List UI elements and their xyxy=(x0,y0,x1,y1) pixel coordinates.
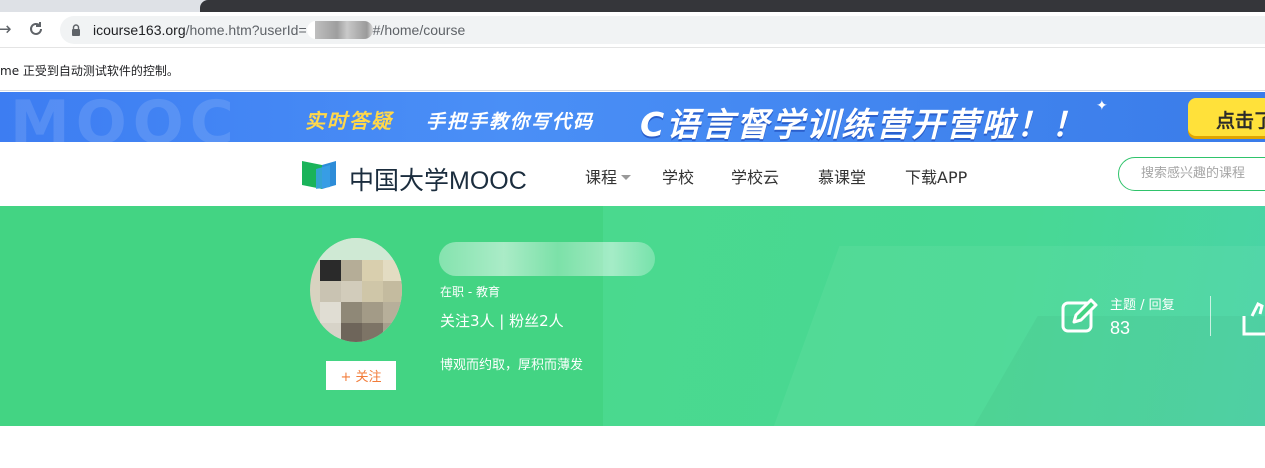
nav-school-cloud[interactable]: 学校云 xyxy=(731,164,779,188)
avatar-pixel xyxy=(341,302,362,323)
promo-banner[interactable]: MOOC 实时答疑 手把手教你写代码 C语言督学训练营开营啦！！ ✦ 点击了 xyxy=(0,92,1265,142)
site-header: 中国大学MOOC 课程 学校 学校云 慕课堂 下载APP xyxy=(0,142,1265,206)
nav-courses-label: 课程 xyxy=(585,168,618,187)
banner-tagline-2: 手把手教你写代码 xyxy=(426,111,595,133)
browser-tab-strip xyxy=(0,0,1265,12)
sparkle-icon: ✦ xyxy=(1096,98,1108,114)
avatar-pixel xyxy=(362,302,383,323)
nav-mooc-classroom-label: 慕课堂 xyxy=(818,168,867,187)
user-motto: 博观而约取，厚积而薄发 xyxy=(440,358,584,373)
edit-icon xyxy=(1061,298,1098,333)
banner-ghost-text: MOOC xyxy=(10,92,240,142)
automation-notice: me 正受到自动测试软件的控制。 xyxy=(0,64,179,78)
nav-mooc-classroom[interactable]: 慕课堂 xyxy=(818,164,866,188)
avatar-pixel xyxy=(320,281,341,302)
nav-schools[interactable]: 学校 xyxy=(662,164,694,188)
avatar-pixel xyxy=(341,281,362,302)
tab-strip-background xyxy=(200,0,1265,12)
browser-toolbar: → icourse163.org/home.htm?userId= #/home/… xyxy=(0,12,1265,48)
profile-hero: + 关注 在职 - 教育 关注3人 | 粉丝2人 博观而约取，厚积而薄发 主题 … xyxy=(0,206,1265,426)
follow-counts[interactable]: 关注3人 | 粉丝2人 xyxy=(440,310,564,331)
nav-school-cloud-label: 学校云 xyxy=(731,168,780,187)
nav-schools-label: 学校 xyxy=(662,168,695,187)
redacted-user-id xyxy=(306,21,373,39)
url-hash: #/home/course xyxy=(372,22,466,38)
avatar-pixel xyxy=(341,260,362,281)
avatar-pixel xyxy=(341,323,362,342)
avatar-pixel xyxy=(320,260,341,281)
avatar-pixel xyxy=(320,323,341,342)
avatar-pixel xyxy=(383,302,402,323)
redacted-username xyxy=(439,242,655,276)
avatar-pixel xyxy=(362,323,383,342)
lock-icon xyxy=(72,24,80,36)
avatar-pixel xyxy=(362,260,383,281)
address-url: icourse163.org/home.htm?userId= #/home/co… xyxy=(93,21,465,39)
automation-infobar: me 正受到自动测试软件的控制。 xyxy=(0,49,1265,91)
banner-cta-button[interactable]: 点击了 xyxy=(1188,98,1265,136)
stat-value: 83 xyxy=(1110,318,1131,338)
hero-background-decoration xyxy=(603,206,1265,426)
course-search[interactable] xyxy=(1118,157,1265,191)
avatar xyxy=(310,238,402,342)
search-input[interactable] xyxy=(1141,166,1265,181)
reload-icon[interactable] xyxy=(26,20,46,40)
logo-text: 中国大学MOOC xyxy=(349,167,527,195)
avatar-pixel xyxy=(383,281,402,302)
stat-divider xyxy=(1210,296,1211,336)
banner-tagline-1: 实时答疑 xyxy=(305,109,393,133)
nav-download-app[interactable]: 下载APP xyxy=(905,164,967,188)
avatar-pixel xyxy=(320,302,341,323)
avatar-pixel xyxy=(383,260,402,281)
follow-button[interactable]: + 关注 xyxy=(326,361,396,390)
nav-courses[interactable]: 课程 xyxy=(585,164,632,188)
user-occupation: 在职 - 教育 xyxy=(440,285,500,299)
nav-download-app-label: 下载APP xyxy=(905,168,968,187)
avatar-pixel xyxy=(383,323,402,342)
chevron-down-icon xyxy=(621,175,632,180)
url-path: /home.htm?userId= xyxy=(185,22,307,38)
banner-headline: C语言督学训练营开营啦！！ xyxy=(640,105,1087,142)
banner-cta-label: 点击了 xyxy=(1216,110,1265,132)
reload-glyph xyxy=(30,22,42,35)
stat-label: 主题 / 回复 xyxy=(1110,298,1175,313)
url-domain: icourse163.org xyxy=(93,22,186,38)
mooc-logo-icon xyxy=(302,161,336,189)
address-bar[interactable]: icourse163.org/home.htm?userId= #/home/co… xyxy=(60,16,1265,44)
like-icon[interactable] xyxy=(1240,298,1265,338)
avatar-pixel xyxy=(310,238,402,260)
forward-arrow-icon[interactable]: → xyxy=(0,20,14,40)
avatar-pixel xyxy=(362,281,383,302)
